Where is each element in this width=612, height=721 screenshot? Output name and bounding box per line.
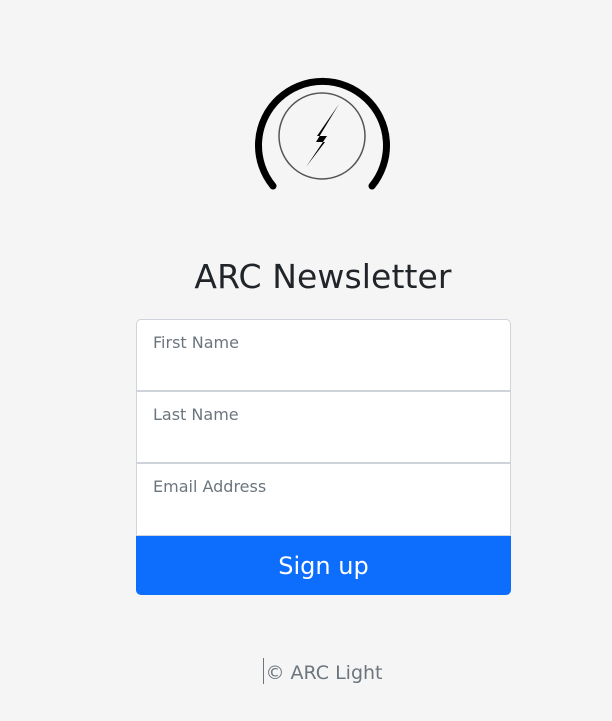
outer-arc-icon: [255, 77, 390, 190]
lightning-bolt-icon: [306, 104, 339, 167]
first-name-field[interactable]: First Name: [136, 319, 511, 391]
last-name-label: Last Name: [153, 405, 239, 424]
page-title: ARC Newsletter: [194, 257, 452, 296]
arc-light-logo: [255, 77, 390, 190]
signup-form: First Name Last Name Email Address Sign …: [136, 319, 511, 595]
page: ARC Newsletter First Name Last Name Emai…: [0, 0, 612, 721]
footer: © ARC Light: [0, 658, 612, 684]
last-name-input[interactable]: [153, 432, 494, 456]
email-field[interactable]: Email Address: [136, 463, 511, 536]
last-name-field[interactable]: Last Name: [136, 391, 511, 463]
email-label: Email Address: [153, 477, 267, 496]
footer-copyright: © ARC Light: [265, 662, 383, 684]
email-input[interactable]: [153, 505, 494, 529]
first-name-input[interactable]: [153, 360, 494, 384]
first-name-label: First Name: [153, 333, 239, 352]
sign-up-button[interactable]: Sign up: [136, 536, 511, 595]
